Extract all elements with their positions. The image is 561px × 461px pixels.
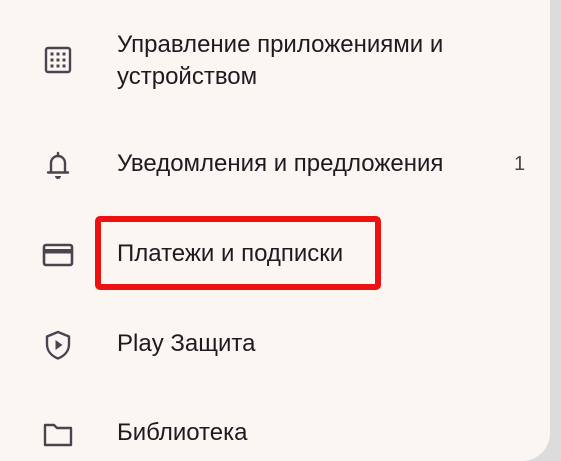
grid-icon bbox=[44, 46, 72, 74]
menu-item-manage-apps-label-line1: Управление приложениями и bbox=[117, 31, 444, 58]
menu-item-play-protect-label: Play Защита bbox=[117, 330, 256, 357]
menu-item-payments-subscriptions-label: Платежи и подписки bbox=[117, 240, 344, 267]
menu-item-library[interactable]: Библиотека bbox=[0, 414, 550, 454]
menu-item-payments-subscriptions[interactable]: Платежи и подписки bbox=[0, 235, 550, 275]
credit-card-icon bbox=[42, 243, 74, 267]
notifications-count-badge: 1 bbox=[514, 153, 526, 175]
shield-play-icon bbox=[45, 330, 71, 360]
folder-icon bbox=[43, 423, 73, 447]
account-menu-panel: Управление приложениями и устройством Ув… bbox=[0, 0, 550, 461]
bell-icon bbox=[46, 151, 70, 179]
menu-item-manage-apps-label-line2: устройством bbox=[117, 63, 258, 90]
menu-item-library-label: Библиотека bbox=[117, 419, 248, 446]
menu-item-notifications-label: Уведомления и предложения bbox=[117, 150, 444, 177]
menu-item-manage-apps[interactable]: Управление приложениями и устройством bbox=[0, 26, 550, 96]
menu-item-notifications[interactable]: Уведомления и предложения 1 bbox=[0, 145, 550, 185]
menu-item-play-protect[interactable]: Play Защита bbox=[0, 325, 550, 365]
